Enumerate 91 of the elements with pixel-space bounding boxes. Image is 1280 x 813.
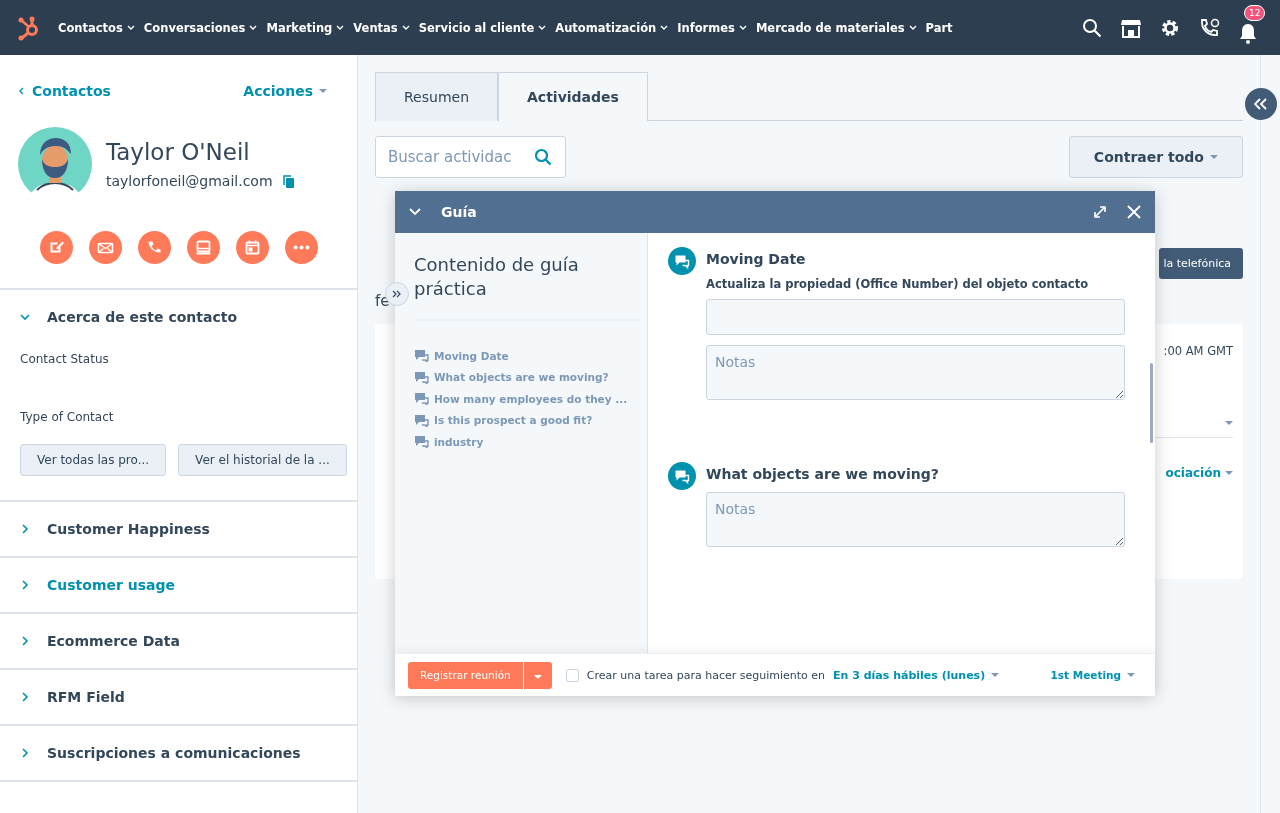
tab[interactable]: Actividades [498,72,648,121]
caret-icon [908,25,917,30]
due-date-dropdown[interactable]: En 3 días hábiles (lunes) [833,668,1000,682]
question-title: What objects are we moving? [706,466,940,482]
section-header[interactable]: Ecommerce Data [0,614,357,668]
contact-email: taylorfoneil@gmail.com [106,173,273,189]
notes-field[interactable]: Notas [706,345,1125,400]
property-label: Type of Contact [20,410,115,424]
nav-menu-item[interactable]: Mercado de materiales [755,20,917,35]
calendar-icon[interactable] [235,231,269,264]
caret-icon [319,89,327,93]
chevron-right-icon [20,580,30,590]
nav-menu-item[interactable]: Conversaciones [143,20,258,35]
screen-icon[interactable] [186,231,220,264]
view-button[interactable]: Ver todas las pro... [20,444,167,476]
view-button[interactable]: Ver el historial de la ... [178,444,347,476]
nav-menu-item[interactable]: Automatización [555,20,669,35]
chat-icon [668,247,696,275]
notes-field[interactable]: Notas [706,492,1125,547]
chat-icon [414,413,429,427]
copy-icon[interactable] [282,174,294,188]
nav-menu-item[interactable]: Servicio al cliente [418,20,547,35]
caret-icon [336,25,345,30]
chat-icon [414,435,429,449]
expand-icon[interactable] [1093,205,1107,219]
caret-icon [533,675,542,679]
caret-icon [249,25,258,30]
collapse-icon[interactable] [1245,88,1277,120]
caret-icon [401,25,410,30]
nav-menu-item[interactable]: Ventas [353,20,410,35]
collapse-all-button[interactable]: Contraer todo [1068,136,1243,178]
nav-menu-item[interactable]: Marketing [266,20,345,35]
more-icon[interactable] [284,231,318,264]
question-title: Moving Date [706,251,807,267]
meeting-type-dropdown[interactable]: 1st Meeting [1050,669,1135,681]
storefront-icon[interactable] [1120,17,1142,38]
note-icon[interactable] [39,231,73,264]
property-input[interactable] [706,299,1125,335]
nav-menu-item[interactable]: Contactos [58,20,135,35]
avatar-icon [18,127,92,201]
scrollbar-thumb[interactable] [1150,363,1153,443]
search-field[interactable]: Buscar actividac [375,136,566,178]
chevron-right-icon [20,636,30,646]
dropdown-button[interactable] [522,661,552,689]
tab[interactable]: Resumen [375,72,498,121]
search-icon[interactable] [1082,17,1102,38]
section-header[interactable]: Acerca de este contacto [0,290,357,344]
email-icon[interactable] [88,231,122,264]
caret-icon [660,25,669,30]
nav-menu-item[interactable]: Part [925,20,953,35]
actions-dropdown[interactable]: Acciones [243,83,327,99]
nav-menu-item[interactable]: Informes [677,20,747,35]
checkbox-label: Crear una tarea para hacer seguimiento en [586,668,826,682]
section-header[interactable]: Customer Happiness [0,502,357,556]
checkbox[interactable] [565,668,579,682]
chat-icon [414,349,429,363]
phone-icon[interactable] [1198,17,1220,38]
caret-icon [738,25,747,30]
search-icon [534,148,552,166]
outline-title: Contenido de guía práctica [414,253,641,321]
close-icon[interactable] [1127,205,1141,219]
caret-icon [1210,155,1218,159]
chat-icon [668,462,696,490]
caret-icon [538,25,547,30]
chevron-right-icon [20,748,30,758]
caret-icon [1225,421,1233,425]
chat-icon [414,370,429,384]
caret-icon [991,673,1000,677]
chevron-right-icon [20,692,30,702]
dialog-title: Guía [441,204,477,220]
association-dropdown[interactable]: ociación [1165,466,1233,480]
section-header[interactable]: Customer usage [0,558,357,612]
chevron-down-icon[interactable] [409,208,421,216]
property-label: Contact Status [20,352,110,366]
notification-count: 12 [1244,4,1266,21]
caret-icon [1225,471,1233,475]
contact-name: Taylor O'Neil [106,139,251,165]
property-label: Actualiza la propiedad (Office Number) del objeto contacto [706,277,1090,291]
call-button[interactable]: la telefónica [1159,248,1243,279]
caret-icon [1127,673,1135,677]
chevron-down-icon [20,312,30,322]
section-header[interactable]: Suscripciones a comunicaciones [0,726,357,780]
chevron-left-icon [18,87,24,95]
chevron-right-icon [20,524,30,534]
timestamp: :00 AM GMT [1163,344,1233,358]
section-header[interactable]: RFM Field [0,670,357,724]
caret-icon [126,25,135,30]
settings-icon[interactable] [1160,17,1180,38]
bell-icon[interactable] [1238,21,1258,44]
back-link[interactable]: Contactos [18,83,111,99]
chat-icon [414,392,429,406]
